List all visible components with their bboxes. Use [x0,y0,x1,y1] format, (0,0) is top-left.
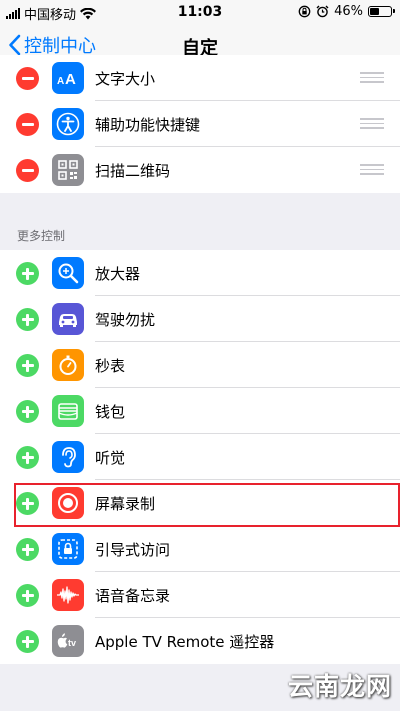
list-item-driving-focus: 驾驶勿扰 [0,296,400,342]
reorder-handle[interactable] [360,72,384,84]
qr-code-icon [52,154,84,186]
list-item-magnifier: 放大器 [0,250,400,296]
add-button[interactable] [16,446,39,469]
guided-access-icon [52,533,84,565]
remove-button[interactable] [16,159,39,182]
list-item-label: 驾驶勿扰 [95,311,156,329]
car-icon [52,303,84,335]
list-item-qr-scanner: 扫描二维码 [0,147,400,193]
add-button[interactable] [16,308,39,331]
svg-text:tv: tv [68,638,76,648]
list-item-label: 文字大小 [95,70,156,88]
add-button[interactable] [16,354,39,377]
list-item-label: 听觉 [95,449,126,467]
list-item-voice-memos: 语音备忘录 [0,572,400,618]
add-button[interactable] [16,630,39,653]
remove-button[interactable] [16,113,39,136]
list-item-label: 引导式访问 [95,541,171,559]
add-button[interactable] [16,584,39,607]
stopwatch-icon [52,349,84,381]
status-bar: 中国移动 11:03 46% [0,0,400,24]
add-button[interactable] [16,538,39,561]
list-item-label: 放大器 [95,265,141,283]
list-item-wallet: 钱包 [0,388,400,434]
list-item-label: Apple TV Remote 遥控器 [95,633,275,651]
alarm-icon [316,5,329,18]
more-controls-list: 放大器 驾驶勿扰 秒表 钱包 听觉 屏幕录制 引导式访问 语音备忘录 tv Ap… [0,250,400,664]
list-item-label: 屏幕录制 [95,495,156,513]
list-item-text-size: A A 文字大小 [0,55,400,101]
accessibility-icon [52,108,84,140]
apple-tv-icon: tv [52,625,84,657]
remove-button[interactable] [16,67,39,90]
list-item-label: 秒表 [95,357,126,375]
magnifier-icon [52,257,84,289]
section-header-more-controls: 更多控制 [17,229,66,243]
battery-percent: 46% [334,4,363,19]
reorder-handle[interactable] [360,164,384,176]
svg-text:A: A [57,76,64,87]
list-item-hearing: 听觉 [0,434,400,480]
list-item-guided-access: 引导式访问 [0,526,400,572]
list-item-apple-tv-remote: tv Apple TV Remote 遥控器 [0,618,400,664]
screen-record-icon [52,487,84,519]
included-controls-list: A A 文字大小 辅助功能快捷键 扫描二维码 [0,55,400,193]
ear-icon [52,441,84,473]
add-button[interactable] [16,400,39,423]
list-item-label: 语音备忘录 [95,587,171,605]
add-button[interactable] [16,492,39,515]
wallet-icon [52,395,84,427]
battery-icon [368,6,395,17]
status-right: 46% [298,4,395,19]
reorder-handle[interactable] [360,118,384,130]
list-item-screen-recording: 屏幕录制 [0,480,400,526]
watermark: 云南龙网 [287,672,392,701]
battery-fill [370,8,379,15]
svg-text:A: A [65,71,76,88]
list-item-stopwatch: 秒表 [0,342,400,388]
list-item-label: 扫描二维码 [95,162,171,180]
list-item-label: 辅助功能快捷键 [95,116,201,134]
text-size-icon: A A [52,62,84,94]
list-item-label: 钱包 [95,403,126,421]
add-button[interactable] [16,262,39,285]
voice-memo-icon [52,579,84,611]
orientation-lock-icon [298,5,311,18]
list-item-accessibility-shortcut: 辅助功能快捷键 [0,101,400,147]
